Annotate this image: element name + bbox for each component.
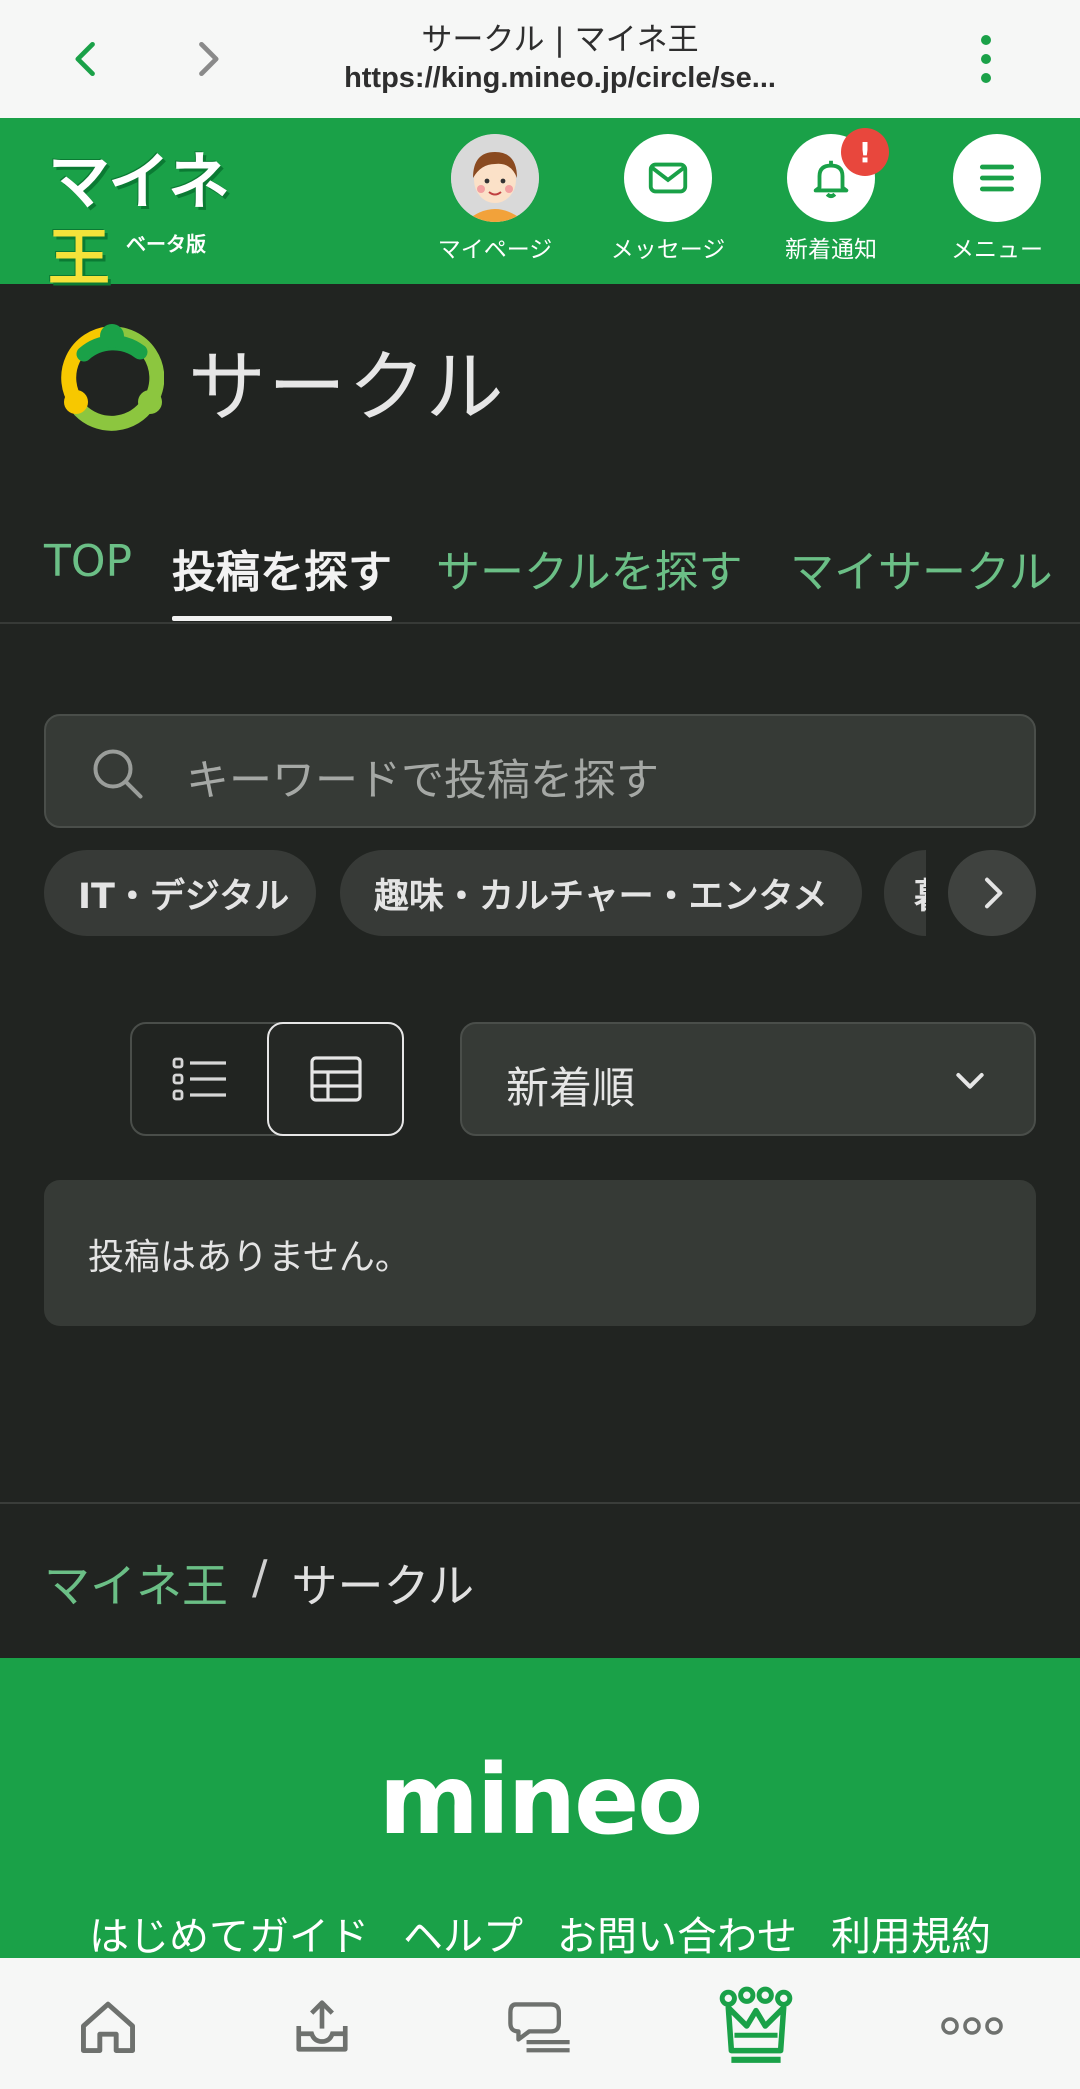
upload-icon	[296, 2000, 348, 2052]
view-mode-toggle	[130, 1022, 404, 1136]
breadcrumb: マイネ王 / サークル	[44, 1550, 474, 1616]
nav-more-button[interactable]	[922, 1986, 1022, 2066]
footer-link-terms[interactable]: 利用規約	[831, 1904, 991, 1962]
list-view-button[interactable]	[132, 1024, 267, 1134]
nav-chat-button[interactable]	[490, 1986, 590, 2066]
sort-select[interactable]: 新着順	[460, 1022, 1036, 1136]
dot	[981, 73, 991, 83]
chips-next-button[interactable]	[948, 850, 1036, 936]
category-chip[interactable]: 暮	[884, 850, 926, 936]
table-grid-icon	[309, 1056, 362, 1102]
category-chip[interactable]: 趣味・カルチャー・エンタメ	[340, 850, 862, 936]
page-title: サークル	[60, 322, 506, 440]
header-notifications[interactable]: ! 新着通知	[756, 128, 906, 274]
home-icon	[81, 2001, 135, 2053]
breadcrumb-root-link[interactable]: マイネ王	[44, 1550, 228, 1616]
tab-find-circles[interactable]: サークルを探す	[436, 536, 743, 600]
tab-top[interactable]: TOP	[44, 536, 132, 587]
avatar	[451, 134, 539, 222]
forward-button[interactable]	[172, 24, 242, 94]
notification-badge: !	[841, 128, 889, 176]
header-item-label: メニュー	[951, 237, 1043, 263]
crown-icon	[719, 1986, 793, 2063]
nav-king-button[interactable]	[706, 1986, 806, 2066]
chevron-right-icon	[985, 877, 1003, 909]
footer-link-contact[interactable]: お問い合わせ	[557, 1904, 797, 1962]
site-footer: mineo はじめてガイド ヘルプ お問い合わせ 利用規約	[0, 1658, 1080, 1960]
page-title-text: サークル	[188, 343, 506, 433]
bottom-navigation	[0, 1958, 1080, 2089]
header-item-label: マイページ	[437, 237, 553, 263]
mineo-logo[interactable]: mineo	[0, 1744, 1080, 1856]
active-tab-indicator	[172, 616, 392, 621]
nav-home-button[interactable]	[58, 1986, 158, 2066]
more-icon	[941, 2017, 1003, 2035]
category-chip[interactable]: IT・デジタル	[44, 850, 316, 936]
site-header: マイネ王 ベータ版 マイページ メッセージ ! 新着通知 メニュー	[0, 118, 1080, 294]
dot	[981, 54, 991, 64]
tab-find-posts[interactable]: 投稿を探す	[172, 536, 392, 600]
chevron-right-icon	[199, 41, 219, 77]
sort-selected-value: 新着順	[506, 1064, 635, 1114]
empty-state: 投稿はありません。	[44, 1180, 1036, 1326]
nav-post-button[interactable]	[272, 1986, 372, 2066]
url-bar[interactable]: https://king.mineo.jp/circle/se...	[280, 62, 840, 95]
footer-links: はじめてガイド ヘルプ お問い合わせ 利用規約	[0, 1904, 1080, 1962]
empty-message: 投稿はありません。	[88, 1237, 411, 1278]
app-root: サークル | マイネ王 https://king.mineo.jp/circle…	[0, 0, 1080, 2089]
mail-icon	[648, 162, 688, 194]
chevron-left-icon	[75, 41, 95, 77]
browser-menu-button[interactable]	[954, 22, 1018, 96]
dot	[981, 35, 991, 45]
circle-community-icon	[61, 324, 164, 431]
logo-subtitle: ベータ版	[126, 232, 206, 256]
footer-link-guide[interactable]: はじめてガイド	[89, 1904, 369, 1962]
logo-text: マイネ王	[48, 145, 230, 294]
list-icon	[172, 1057, 226, 1101]
circle-tabs: TOP 投稿を探す サークルを探す マイサークル	[0, 530, 1080, 624]
header-item-label: メッセージ	[610, 237, 726, 263]
hamburger-icon	[979, 164, 1015, 192]
search-placeholder: キーワードで投稿を探す	[186, 756, 659, 806]
page-tab-title: サークル | マイネ王	[421, 22, 699, 58]
back-button[interactable]	[52, 24, 122, 94]
breadcrumb-current: サークル	[291, 1559, 475, 1613]
header-messages[interactable]: メッセージ	[593, 134, 743, 274]
breadcrumb-separator: /	[252, 1550, 268, 1604]
browser-toolbar: サークル | マイネ王 https://king.mineo.jp/circle…	[0, 0, 1080, 118]
grid-view-button[interactable]	[267, 1022, 404, 1136]
divider	[0, 1502, 1080, 1504]
header-mypage[interactable]: マイページ	[420, 134, 570, 274]
header-item-label: 新着通知	[785, 237, 877, 263]
mineo-king-logo[interactable]: マイネ王 ベータ版	[48, 144, 288, 294]
header-menu[interactable]: メニュー	[922, 134, 1072, 274]
search-input[interactable]: キーワードで投稿を探す	[44, 714, 1036, 828]
search-icon	[93, 749, 143, 799]
tab-my-circles[interactable]: マイサークル	[790, 536, 1053, 600]
footer-link-help[interactable]: ヘルプ	[403, 1904, 523, 1962]
chevron-down-icon	[956, 1073, 984, 1089]
chat-icon	[508, 2002, 570, 2053]
